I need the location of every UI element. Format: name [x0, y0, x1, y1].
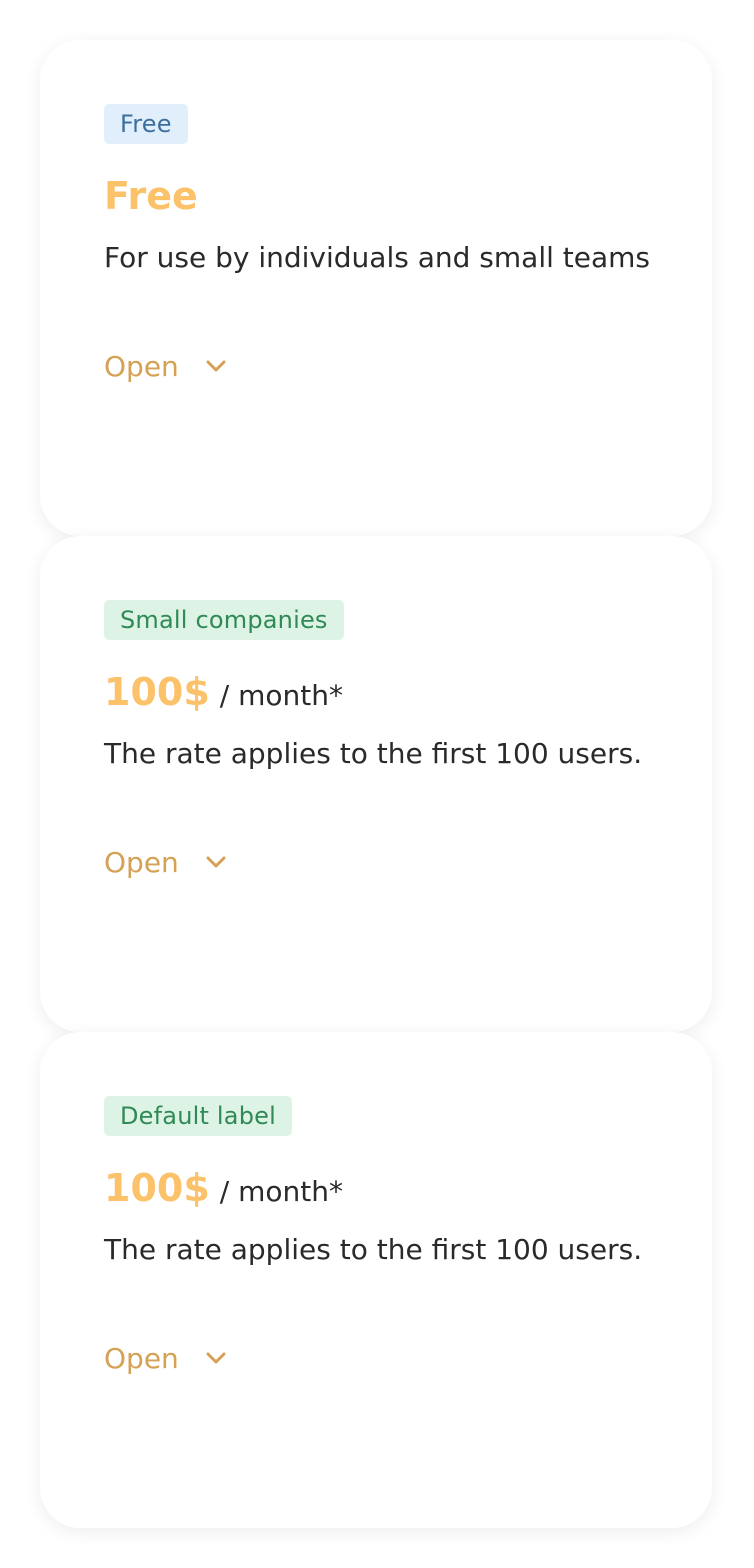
- chevron-down-icon: [206, 360, 226, 372]
- plan-badge: Free: [104, 104, 188, 144]
- chevron-down-icon: [206, 856, 226, 868]
- plan-period: / month*: [219, 1175, 343, 1208]
- price-row: Free: [104, 174, 648, 226]
- pricing-page: Free Free For use by individuals and sma…: [0, 0, 754, 1568]
- chevron-down-icon: [206, 1352, 226, 1364]
- plan-description: For use by individuals and small teams: [104, 241, 651, 274]
- plan-badge: Default label: [104, 1096, 292, 1136]
- plan-price: 100$: [104, 670, 210, 714]
- plan-price: 100$: [104, 1166, 210, 1210]
- open-toggle-label: Open: [104, 349, 179, 383]
- plan-price: Free: [104, 174, 198, 218]
- plan-badge: Small companies: [104, 600, 344, 640]
- plan-description: The rate applies to the first 100 users.: [104, 1233, 643, 1266]
- plan-period: / month*: [219, 679, 343, 712]
- plan-card-default: Default label 100$ / month* The rate app…: [40, 1032, 712, 1528]
- open-toggle-button[interactable]: Open: [104, 842, 227, 882]
- open-toggle-label: Open: [104, 1341, 179, 1375]
- price-row: 100$ / month*: [104, 670, 648, 722]
- open-toggle-button[interactable]: Open: [104, 346, 227, 386]
- open-toggle-label: Open: [104, 845, 179, 879]
- plan-card-small-companies: Small companies 100$ / month* The rate a…: [40, 536, 712, 1032]
- open-toggle-button[interactable]: Open: [104, 1338, 227, 1378]
- price-row: 100$ / month*: [104, 1166, 648, 1218]
- plan-card-free: Free Free For use by individuals and sma…: [40, 40, 712, 536]
- plan-description: The rate applies to the first 100 users.: [104, 737, 643, 770]
